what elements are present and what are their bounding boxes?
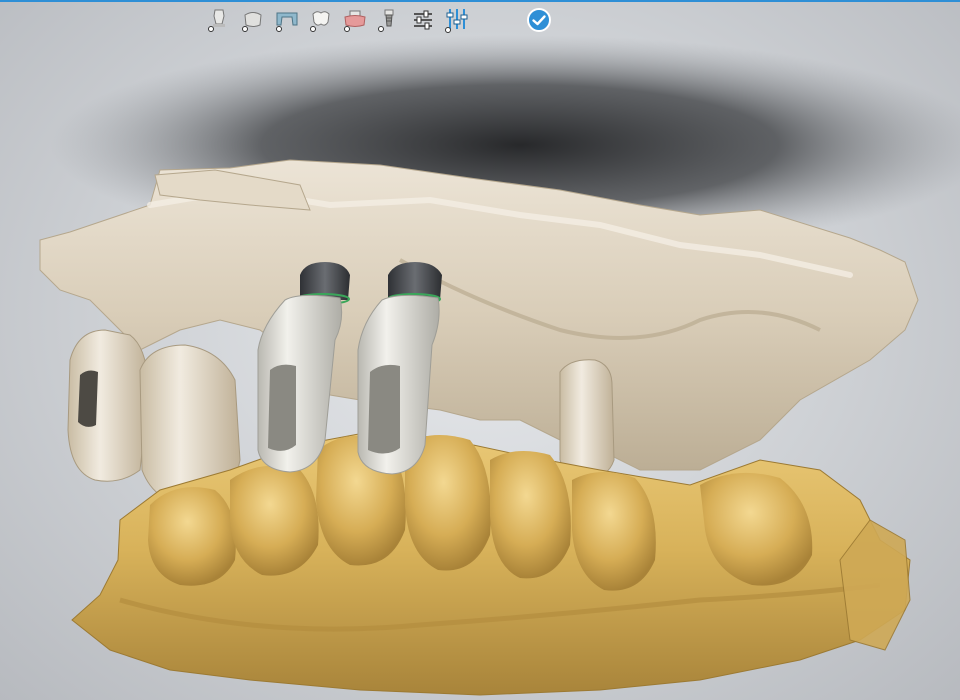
3d-viewport[interactable] xyxy=(0,0,960,700)
implant-tool-button[interactable]: implant-icon xyxy=(376,6,402,34)
abutment-screw-channel xyxy=(268,364,296,451)
gingiva-tool-button[interactable]: gingiva-icon xyxy=(342,6,368,34)
coping-icon xyxy=(242,12,262,32)
bridge-tool-button[interactable]: bridge-icon xyxy=(274,6,300,34)
implant-icon xyxy=(378,9,394,32)
lower-tooth[interactable] xyxy=(490,451,571,579)
abutment-icon xyxy=(208,9,225,32)
coping-tool-button[interactable]: coping-icon xyxy=(240,6,266,34)
design-toolbar: abutment-icon coping-icon bridge-icon cr… xyxy=(206,4,552,36)
lower-tooth[interactable] xyxy=(148,487,236,586)
abutment-screw-channel xyxy=(368,364,400,454)
gingiva-icon xyxy=(344,10,366,32)
alignment-sliders-icon xyxy=(445,9,468,33)
bridge-icon xyxy=(276,12,298,32)
abutment-tool-button[interactable]: abutment-icon xyxy=(206,6,232,34)
upper-tooth-socket xyxy=(78,370,98,427)
check-circle-icon xyxy=(527,8,551,32)
prepared-tooth-stump[interactable] xyxy=(559,359,615,479)
settings-tool-button[interactable]: settings-sliders-icon xyxy=(410,6,436,34)
crown-icon xyxy=(310,11,330,32)
settings-sliders-icon xyxy=(414,10,432,30)
confirm-button[interactable]: check-circle-icon xyxy=(526,7,552,33)
alignment-tool-button[interactable]: alignment-sliders-icon xyxy=(444,6,470,34)
crown-tool-button[interactable]: crown-icon xyxy=(308,6,334,34)
lower-tooth[interactable] xyxy=(230,465,319,576)
